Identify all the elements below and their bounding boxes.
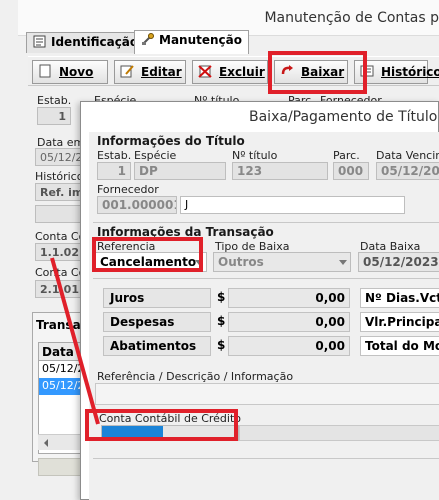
annotation-arrow-line	[50, 257, 100, 425]
